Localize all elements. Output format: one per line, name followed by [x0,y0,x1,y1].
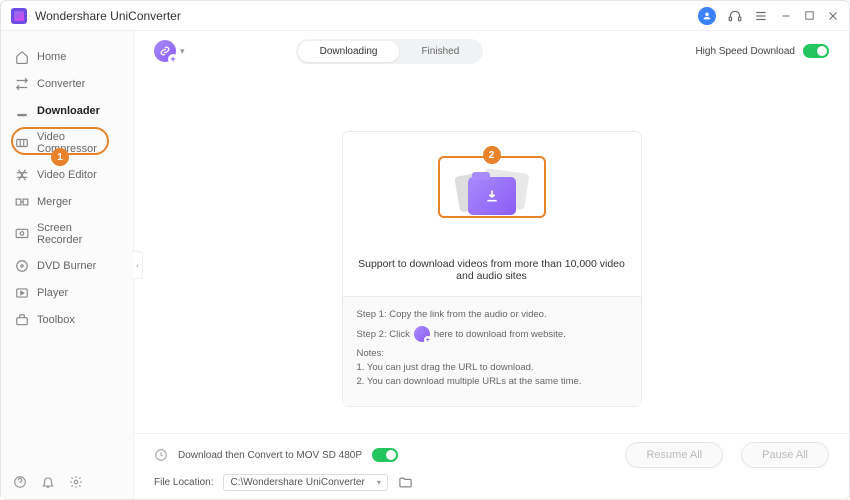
toolbox-icon [15,313,29,327]
paste-link-icon [154,40,176,62]
app-logo [11,8,27,24]
settings-icon[interactable] [69,475,83,489]
topbar: ▾ Downloading Finished High Speed Downlo… [134,31,849,71]
titlebar: Wondershare UniConverter [1,1,849,31]
headset-icon[interactable] [728,9,742,23]
minimize-icon[interactable] [780,10,792,22]
step-1: Step 1: Copy the link from the audio or … [357,309,627,320]
step-2: Step 2: Click here to download from webs… [357,326,627,342]
high-speed-label: High Speed Download [695,46,795,57]
support-text: Support to download videos from more tha… [343,252,641,297]
sidebar-item-label: Video Editor [37,169,97,181]
maximize-icon[interactable] [804,10,815,21]
sidebar-item-dvd[interactable]: DVD Burner [1,253,133,279]
sidebar-item-label: Home [37,51,66,63]
tab-group: Downloading Finished [296,39,484,64]
close-icon[interactable] [827,10,839,22]
sidebar-item-compressor[interactable]: Video Compressor [1,125,133,161]
sidebar-item-converter[interactable]: Converter [1,71,133,97]
sidebar-item-downloader[interactable]: Downloader [1,98,133,124]
bell-icon[interactable] [41,475,55,489]
sidebar-collapse-handle[interactable]: ‹ [133,251,143,279]
sidebar-item-label: Merger [37,196,72,208]
instructions: Step 1: Copy the link from the audio or … [343,297,641,406]
file-location-value: C:\Wondershare UniConverter [230,477,364,488]
menu-icon[interactable] [754,9,768,23]
player-icon [15,286,29,300]
file-location-label: File Location: [154,477,213,488]
recorder-icon [15,227,29,241]
paste-link-icon [414,326,430,342]
user-avatar[interactable] [698,7,716,25]
sidebar-item-editor[interactable]: Video Editor [1,162,133,188]
notes-title: Notes: [357,348,627,359]
tab-finished[interactable]: Finished [399,41,481,62]
sidebar-item-player[interactable]: Player [1,280,133,306]
help-icon[interactable] [13,475,27,489]
dvd-icon [15,259,29,273]
paste-url-button[interactable]: ▾ [154,40,185,62]
sidebar-item-label: Video Compressor [37,131,119,155]
open-folder-icon[interactable] [398,475,413,490]
download-panel: 2 Support to download videos from more t… [342,131,642,407]
history-icon[interactable] [154,448,168,462]
sidebar-item-recorder[interactable]: Screen Recorder [1,216,133,252]
sidebar-item-label: Toolbox [37,314,75,326]
compressor-icon [15,136,29,150]
editor-icon [15,168,29,182]
sidebar-item-label: Screen Recorder [37,222,119,246]
merger-icon [15,195,29,209]
sidebar: Home Converter Downloader Video Compress… [1,31,134,499]
downloader-icon [15,104,29,118]
app-title: Wondershare UniConverter [35,9,698,23]
resume-all-button[interactable]: Resume All [625,442,723,468]
tab-downloading[interactable]: Downloading [298,41,400,62]
file-location-select[interactable]: C:\Wondershare UniConverter ▾ [223,474,387,491]
folder-illustration [457,167,527,217]
chevron-down-icon: ▾ [377,478,381,487]
note-1: 1. You can just drag the URL to download… [357,362,627,373]
sidebar-item-merger[interactable]: Merger [1,189,133,215]
note-2: 2. You can download multiple URLs at the… [357,376,627,387]
footer: Download then Convert to MOV SD 480P Res… [134,433,849,499]
converter-icon [15,77,29,91]
convert-label: Download then Convert to MOV SD 480P [178,450,362,461]
sidebar-item-toolbox[interactable]: Toolbox [1,307,133,333]
convert-toggle[interactable] [372,448,398,462]
sidebar-item-label: Downloader [37,105,100,117]
sidebar-item-home[interactable]: Home [1,44,133,70]
sidebar-item-label: DVD Burner [37,260,96,272]
drop-zone[interactable]: 2 [343,132,641,252]
sidebar-item-label: Converter [37,78,85,90]
home-icon [15,50,29,64]
high-speed-toggle[interactable] [803,44,829,58]
chevron-down-icon: ▾ [180,46,185,57]
sidebar-item-label: Player [37,287,68,299]
pause-all-button[interactable]: Pause All [741,442,829,468]
